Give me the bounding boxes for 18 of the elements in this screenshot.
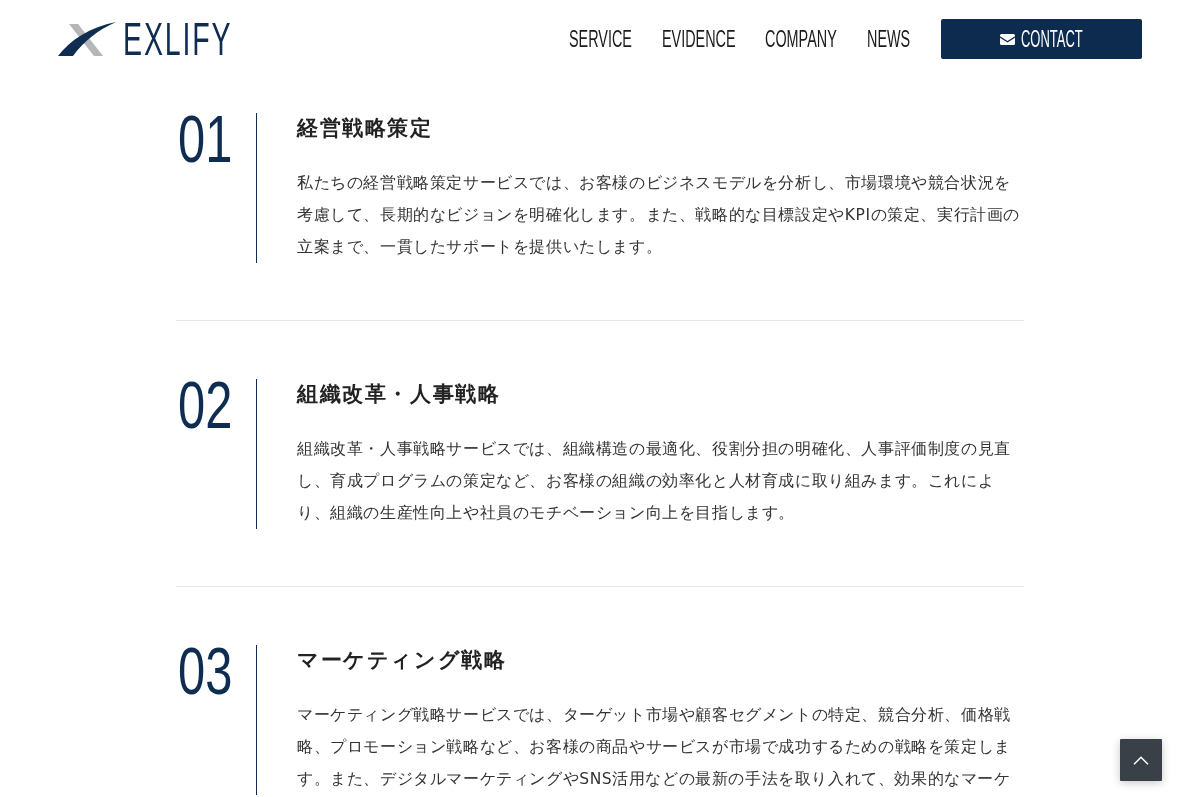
service-number: 01 xyxy=(178,113,233,166)
envelope-icon xyxy=(1000,33,1016,45)
service-number: 02 xyxy=(178,379,233,432)
logo-text[interactable]: EXLIFY xyxy=(123,20,233,58)
service-title: 経営戦略策定 xyxy=(297,115,434,142)
nav-link[interactable]: SERVICE xyxy=(568,28,632,50)
swoosh-logo-icon[interactable] xyxy=(58,21,116,57)
nav-link[interactable]: NEWS xyxy=(866,28,910,50)
nav-link[interactable]: EVIDENCE xyxy=(661,28,736,50)
service-description: 私たちの経営戦略策定サービスでは、お客様のビジネスモデルを分析し、市場環境や競合状況を考慮して、長期的なビジョンを明確化します。また、戦略的な目標設定やKPIの策定、実行計画の立案まで、一貫したサポートを提供いたします。 xyxy=(297,173,1022,258)
service-description: 組織改革・人事戦略サービスでは、組織構造の最適化、役割分担の明確化、人事評価制度の見直し、育成プログラムの策定など、お客様の組織の効率化と人材育成に取り組みます。これにより、組織の生産性向上や社員のモチベーション向上を目指します。 xyxy=(297,439,1012,524)
chevron-up-icon xyxy=(1133,755,1149,765)
service-number: 03 xyxy=(178,645,233,698)
service-title: 組織改革・人事戦略 xyxy=(297,381,502,408)
service-title: マーケティング戦略 xyxy=(297,647,508,674)
contact-button[interactable]: CONTACT xyxy=(941,19,1142,59)
service-description: マーケティング戦略サービスでは、ターゲット市場や顧客セグメントの特定、競合分析、価格戦略、プロモーション戦略など、お客様の商品やサービスが市場で成功するための戦略を策定します。また、デジタルマーケティングやSNS活用などの最新の手法を取り入れて、効果的なマーケ xyxy=(297,705,1012,790)
nav-link[interactable]: COMPANY xyxy=(765,28,837,50)
